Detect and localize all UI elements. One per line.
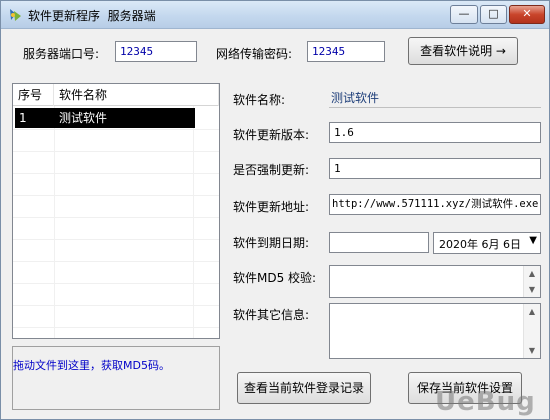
- table-row[interactable]: 1 测试软件: [15, 108, 195, 128]
- version-field[interactable]: 1.6: [329, 122, 541, 143]
- minimize-button[interactable]: —: [450, 5, 478, 24]
- grid-line: [13, 239, 219, 240]
- title-bar[interactable]: 软件更新程序 服务器端 — □ ✕: [1, 1, 549, 29]
- expire-date-label: 软件到期日期:: [233, 236, 310, 250]
- scroll-down-icon[interactable]: ▼: [524, 282, 540, 297]
- md5-textarea[interactable]: ▲ ▼: [329, 265, 541, 298]
- scroll-down-icon[interactable]: ▼: [524, 343, 540, 358]
- software-name-value: 测试软件: [331, 91, 380, 105]
- list-header: 序号 软件名称: [13, 84, 219, 106]
- expire-date-text-field[interactable]: [329, 232, 429, 253]
- view-manual-button[interactable]: 查看软件说明 →: [408, 37, 518, 65]
- expire-date-value: 2020年 6月 6日: [439, 238, 521, 251]
- view-login-records-button[interactable]: 查看当前软件登录记录: [237, 372, 371, 404]
- window-title: 软件更新程序 服务器端: [28, 9, 156, 23]
- force-update-field[interactable]: 1: [329, 158, 541, 179]
- main-window: 软件更新程序 服务器端 — □ ✕ 服务器端口号: 12345 网络传输密码: …: [0, 0, 550, 420]
- grid-line: [13, 217, 219, 218]
- other-info-textarea[interactable]: ▲ ▼: [329, 303, 541, 359]
- md5-label: 软件MD5 校验:: [233, 271, 317, 285]
- port-label: 服务器端口号:: [23, 47, 100, 61]
- version-label: 软件更新版本:: [233, 128, 310, 142]
- scroll-up-icon[interactable]: ▲: [524, 266, 540, 281]
- app-icon: [7, 7, 23, 23]
- column-header-index[interactable]: 序号: [13, 84, 54, 106]
- grid-line: [13, 305, 219, 306]
- grid-line: [13, 283, 219, 284]
- md5-scrollbar[interactable]: ▲ ▼: [523, 266, 540, 297]
- other-info-label: 软件其它信息:: [233, 308, 310, 322]
- row-index: 1: [19, 111, 27, 125]
- grid-line: [13, 173, 219, 174]
- drop-hint-text: 拖动文件到这里，获取MD5码。: [13, 359, 170, 372]
- chevron-down-icon[interactable]: ▼: [529, 235, 537, 246]
- update-url-label: 软件更新地址:: [233, 200, 310, 214]
- grid-line: [13, 327, 219, 328]
- grid-line: [13, 129, 219, 130]
- password-label: 网络传输密码:: [216, 47, 293, 61]
- close-button[interactable]: ✕: [509, 5, 545, 24]
- software-name-display: 测试软件: [329, 86, 541, 108]
- password-field[interactable]: 12345: [307, 41, 385, 62]
- update-url-field[interactable]: http://www.571111.xyz/测试软件.exe: [329, 194, 541, 215]
- grid-line: [13, 151, 219, 152]
- maximize-button[interactable]: □: [480, 5, 507, 24]
- port-field[interactable]: 12345: [115, 41, 197, 62]
- grid-line: [13, 195, 219, 196]
- file-drop-zone[interactable]: 拖动文件到这里，获取MD5码。: [12, 346, 220, 410]
- site-watermark: UeBug: [435, 387, 536, 417]
- other-info-scrollbar[interactable]: ▲ ▼: [523, 304, 540, 358]
- software-name-label: 软件名称:: [233, 93, 286, 107]
- scroll-up-icon[interactable]: ▲: [524, 304, 540, 319]
- software-list[interactable]: 序号 软件名称 1 测试软件: [12, 83, 220, 339]
- force-update-label: 是否强制更新:: [233, 163, 310, 177]
- row-software-name: 测试软件: [59, 111, 108, 125]
- expire-date-picker[interactable]: 2020年 6月 6日 ▼: [433, 232, 541, 254]
- grid-line: [13, 261, 219, 262]
- column-header-name[interactable]: 软件名称: [54, 84, 219, 106]
